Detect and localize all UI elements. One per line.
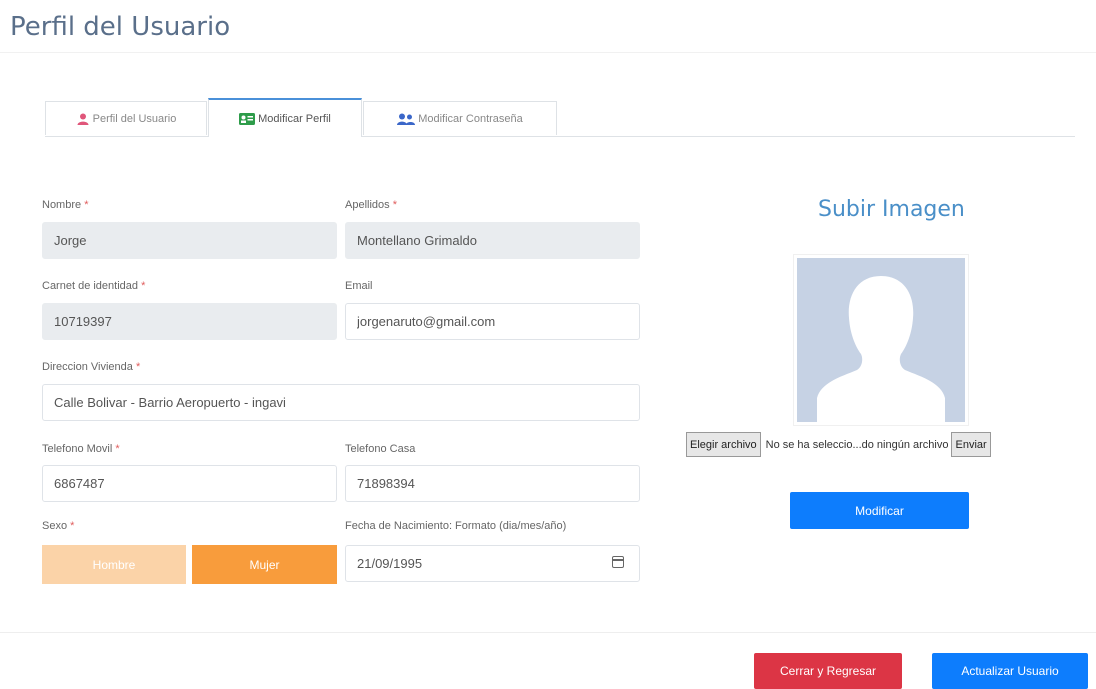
update-user-button[interactable]: Actualizar Usuario (932, 653, 1088, 689)
avatar-placeholder-icon (797, 258, 965, 422)
direccion-field[interactable] (42, 384, 640, 421)
choose-file-button[interactable]: Elegir archivo (686, 432, 761, 457)
apellidos-field[interactable] (345, 222, 640, 259)
tab-perfil-usuario[interactable]: Perfil del Usuario (45, 101, 207, 135)
calendar-icon[interactable] (612, 556, 624, 568)
email-label: Email (345, 280, 373, 292)
modify-image-button[interactable]: Modificar (790, 492, 969, 529)
carnet-label: Carnet de identidad * (42, 280, 146, 292)
profile-tabs: Perfil del Usuario Modificar Perfil Modi… (45, 98, 1075, 137)
user-icon (77, 113, 89, 125)
nombre-field[interactable] (42, 222, 337, 259)
file-upload-row: Elegir archivo No se ha seleccio...do ni… (686, 432, 991, 457)
nombre-label: Nombre * (42, 199, 89, 211)
tab-label: Perfil del Usuario (92, 112, 177, 125)
apellidos-label: Apellidos * (345, 199, 397, 211)
users-icon (397, 113, 416, 125)
fecha-nacimiento-label: Fecha de Nacimiento: Formato (dia/mes/añ… (345, 520, 567, 532)
telefono-casa-label: Telefono Casa (345, 443, 416, 455)
send-file-button[interactable]: Enviar (951, 432, 991, 457)
tab-label: Modificar Contraseña (418, 112, 523, 125)
close-and-return-button[interactable]: Cerrar y Regresar (754, 653, 902, 689)
sexo-hombre-button[interactable]: Hombre (42, 545, 186, 584)
id-card-icon (239, 112, 256, 125)
telefono-movil-field[interactable] (42, 465, 337, 502)
fecha-nacimiento-field[interactable] (345, 545, 640, 582)
no-file-text: No se ha seleccio...do ningún archivo (765, 438, 949, 451)
upload-title: Subir Imagen (818, 197, 965, 222)
tab-label: Modificar Perfil (258, 112, 331, 125)
direccion-label: Direccion Vivienda * (42, 361, 141, 373)
avatar (793, 254, 969, 426)
tab-modificar-contrasena[interactable]: Modificar Contraseña (363, 101, 557, 135)
email-field[interactable] (345, 303, 640, 340)
carnet-field[interactable] (42, 303, 337, 340)
sexo-mujer-button[interactable]: Mujer (192, 545, 337, 584)
telefono-casa-field[interactable] (345, 465, 640, 502)
sexo-label: Sexo * (42, 520, 75, 532)
title-divider (0, 52, 1096, 53)
tab-modificar-perfil[interactable]: Modificar Perfil (208, 98, 362, 137)
footer-divider (0, 632, 1096, 633)
page-title: Perfil del Usuario (10, 12, 231, 42)
telefono-movil-label: Telefono Movil * (42, 443, 120, 455)
